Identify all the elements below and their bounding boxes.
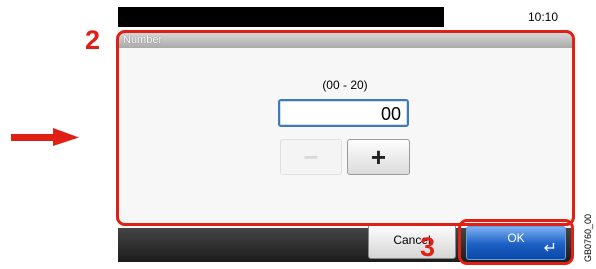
cancel-label: Cancel [393, 233, 431, 247]
clock-time: 10:10 [528, 10, 559, 24]
callout-number-2: 2 [85, 25, 101, 55]
callout-number-3: 3 [420, 232, 436, 262]
callout-frame-step-3 [458, 219, 574, 265]
pointer-arrow-icon [11, 128, 79, 146]
cancel-button[interactable]: Cancel [368, 224, 456, 259]
status-bar [118, 7, 444, 27]
figure-code: GB0760_00 [583, 213, 593, 262]
callout-frame-step-2 [116, 30, 575, 226]
